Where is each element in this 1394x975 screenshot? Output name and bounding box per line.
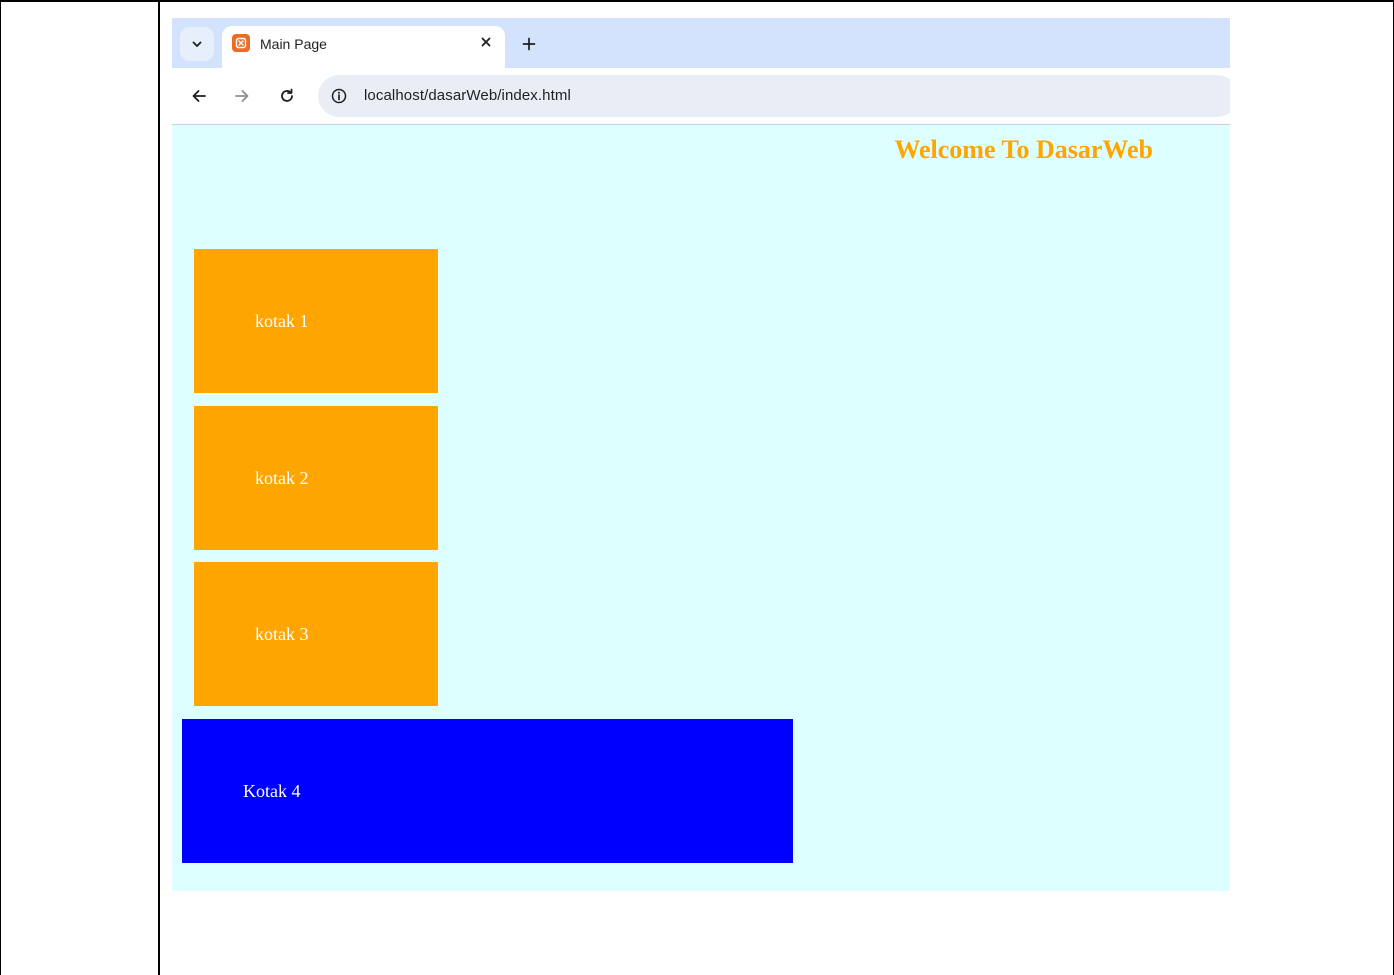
tab-strip: Main Page	[172, 18, 1230, 68]
address-bar[interactable]: localhost/dasarWeb/index.html	[318, 75, 1230, 117]
tab-title: Main Page	[260, 36, 327, 52]
chevron-down-icon	[192, 41, 202, 47]
reload-icon	[281, 88, 293, 102]
arrow-right-icon	[235, 90, 249, 102]
kotak-1-box: kotak 1	[194, 249, 438, 393]
kotak-2-box: kotak 2	[194, 406, 438, 550]
arrow-left-icon	[192, 90, 206, 102]
page-heading: Welcome To DasarWeb	[894, 135, 1153, 164]
browser-toolbar: localhost/dasarWeb/index.html	[172, 68, 1230, 125]
tab-close-button[interactable]	[476, 32, 496, 52]
kotak-2-label: kotak 2	[255, 468, 309, 488]
new-tab-button[interactable]	[516, 31, 542, 57]
document-column-divider	[158, 0, 160, 975]
info-icon[interactable]	[330, 87, 348, 105]
back-button[interactable]	[185, 82, 213, 110]
page-viewport: Welcome To DasarWeb kotak 1 kotak 2 kota…	[172, 125, 1230, 891]
browser-window: Main Page localhost/dasarWeb/index.html …	[172, 18, 1230, 891]
forward-button[interactable]	[228, 82, 256, 110]
kotak-1-label: kotak 1	[255, 311, 309, 331]
kotak-4-box: Kotak 4	[182, 719, 793, 863]
close-icon	[481, 37, 491, 47]
kotak-3-box: kotak 3	[194, 562, 438, 706]
kotak-4-label: Kotak 4	[243, 781, 301, 801]
xampp-icon	[232, 34, 250, 52]
url-text: localhost/dasarWeb/index.html	[364, 87, 571, 104]
kotak-3-label: kotak 3	[255, 624, 309, 644]
tab-search-button[interactable]	[180, 27, 214, 61]
reload-button[interactable]	[273, 82, 301, 110]
tab-main-page[interactable]: Main Page	[222, 26, 505, 68]
plus-icon	[522, 37, 536, 51]
